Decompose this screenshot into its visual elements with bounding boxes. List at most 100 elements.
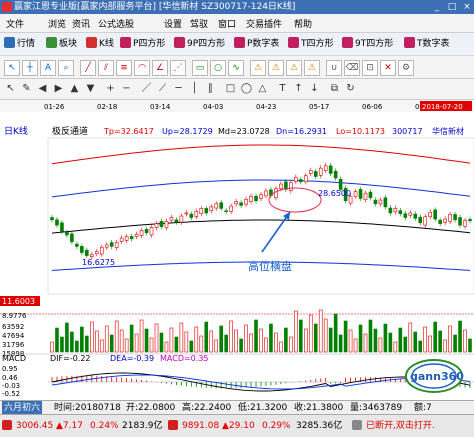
toolbar-t-table-button[interactable]: T数字表 (404, 37, 450, 51)
channel-tool-icon[interactable]: ⫽ (98, 60, 114, 76)
toolbar-quotes-button[interactable]: 行情 (4, 37, 35, 51)
volume-bar (294, 310, 298, 353)
candle-body (428, 211, 432, 218)
candle-body (99, 246, 104, 255)
text-tool-icon[interactable]: A (40, 60, 56, 76)
logo-text: gann360 (410, 370, 464, 383)
close-button[interactable]: × (460, 1, 474, 13)
eraser-tool-icon[interactable]: ⌫ (344, 60, 360, 76)
menu-formula-picker[interactable]: 公式选股 (98, 17, 134, 30)
warning-icon[interactable]: ⚠ (250, 60, 266, 76)
volume-bar (328, 327, 333, 353)
menu-news[interactable]: 资讯 (72, 17, 90, 30)
candle-body (318, 167, 323, 176)
line-icon[interactable]: ／ (140, 82, 153, 95)
candle-body (323, 165, 328, 171)
hline-icon[interactable]: ─ (172, 82, 185, 95)
down-arrow-icon[interactable]: ▼ (84, 82, 97, 95)
volume-bar (164, 341, 169, 353)
fan-tool-icon[interactable]: ⋰ (170, 60, 186, 76)
arc-tool-icon[interactable]: ◠ (134, 60, 150, 76)
candle-body (418, 216, 423, 224)
rect-tool-icon[interactable]: ▭ (192, 60, 208, 76)
sh-percent: 0.24% (90, 421, 119, 431)
settings-tool-icon[interactable]: ⚙ (398, 60, 414, 76)
volume-bar (363, 333, 368, 353)
toolbar-p-table-button[interactable]: P数字表 (234, 37, 279, 51)
lock-tool-icon[interactable]: ⊡ (362, 60, 378, 76)
toolbar-label: P四方形 (133, 39, 166, 49)
up-arrow-icon[interactable]: ▲ (68, 82, 81, 95)
menu-control[interactable]: 驾驭 (190, 17, 208, 30)
zoom-tool-icon[interactable]: ⌕ (58, 60, 74, 76)
candle-body (90, 254, 94, 257)
toolbar-t-square-button[interactable]: T四方形 (288, 37, 334, 51)
warning-icon[interactable]: ⚠ (304, 60, 320, 76)
menu-help[interactable]: 帮助 (294, 17, 312, 30)
zoom-out-icon[interactable]: − (120, 82, 133, 95)
zoom-in-icon[interactable]: + (104, 82, 117, 95)
left-arrow-icon[interactable]: ◀ (36, 82, 49, 95)
cursor-tool-icon[interactable]: ↖ (4, 60, 20, 76)
ellipse-icon[interactable]: ◯ (240, 82, 253, 95)
menu-trade-plugin[interactable]: 交易插件 (246, 17, 282, 30)
volume-bar (398, 327, 403, 353)
right-arrow-icon[interactable]: ▶ (52, 82, 65, 95)
candle-body (114, 242, 119, 248)
window-title: 赢家江恩专业版[赢家内部服务平台] [华信新材 SZ300717-124日K线] (14, 2, 296, 12)
circle-tool-icon[interactable]: ○ (210, 60, 226, 76)
menu-file[interactable]: 文件 (6, 17, 24, 30)
cycle-tool-icon[interactable]: ∿ (228, 60, 244, 76)
connection-status[interactable]: 已断开,双击打开. (366, 415, 435, 437)
parallel-icon[interactable]: ∥ (204, 82, 217, 95)
arrow-up-mark-icon[interactable]: ↑ (292, 82, 305, 95)
toolbar-sectors-button[interactable]: 板块 (46, 37, 77, 51)
copy-icon[interactable]: ⧉ (328, 82, 341, 95)
fib-tool-icon[interactable]: ≡ (116, 60, 132, 76)
volume-bar (209, 330, 214, 353)
volume-bar (448, 325, 452, 353)
ray-icon[interactable]: ⟋ (156, 82, 169, 95)
volume-bar (189, 340, 194, 353)
toolbar-9p-square-button[interactable]: 9P四方形 (174, 37, 225, 51)
chart-area[interactable]: 01-2602-1803-1404-0304-2305-1706-0606-27… (0, 100, 474, 400)
warning-icon[interactable]: ⚠ (268, 60, 284, 76)
box-icon[interactable]: □ (224, 82, 237, 95)
volume-bar (353, 338, 358, 353)
sh-index-icon (2, 420, 12, 430)
volume-bar (289, 336, 293, 353)
toolbar-kline-button[interactable]: K线 (86, 37, 114, 51)
triangle-icon[interactable]: △ (256, 82, 269, 95)
bar-amount: 额:7 (414, 403, 432, 413)
candle-body (199, 208, 204, 215)
menu-settings[interactable]: 设置 (164, 17, 182, 30)
line-tool-icon[interactable]: ╱ (80, 60, 96, 76)
maximize-button[interactable]: □ (445, 1, 459, 13)
volume-bar (259, 328, 263, 353)
minimize-button[interactable]: _ (430, 1, 444, 13)
vline-icon[interactable]: │ (188, 82, 201, 95)
macd-label: MACD (2, 354, 26, 363)
refresh-icon[interactable]: ↻ (344, 82, 357, 95)
toolbar-p-square-button[interactable]: P四方形 (120, 37, 165, 51)
annotation-text: 高位横盘 (248, 259, 292, 273)
arrow-down-mark-icon[interactable]: ↓ (308, 82, 321, 95)
text-icon[interactable]: T (276, 82, 289, 95)
warning-icon[interactable]: ⚠ (286, 60, 302, 76)
candle-body (219, 202, 223, 209)
magnet-tool-icon[interactable]: ∪ (326, 60, 342, 76)
lunar-date: 六月初六 (2, 401, 43, 415)
crosshair-tool-icon[interactable]: ┼ (22, 60, 38, 76)
delete-tool-icon[interactable]: ✕ (380, 60, 396, 76)
pencil-icon[interactable]: ✎ (20, 82, 33, 95)
connection-icon (352, 420, 362, 430)
volume-bar (169, 327, 174, 353)
candle-body (433, 209, 437, 220)
pointer-icon[interactable]: ↖ (4, 82, 17, 95)
toolbar-9t-square-button[interactable]: 9T四方形 (342, 37, 393, 51)
menu-window[interactable]: 窗口 (218, 17, 236, 30)
menu-browse[interactable]: 浏览 (48, 17, 66, 30)
candle-body (249, 195, 253, 202)
grid-icon (4, 37, 15, 48)
angle-tool-icon[interactable]: ∠ (152, 60, 168, 76)
